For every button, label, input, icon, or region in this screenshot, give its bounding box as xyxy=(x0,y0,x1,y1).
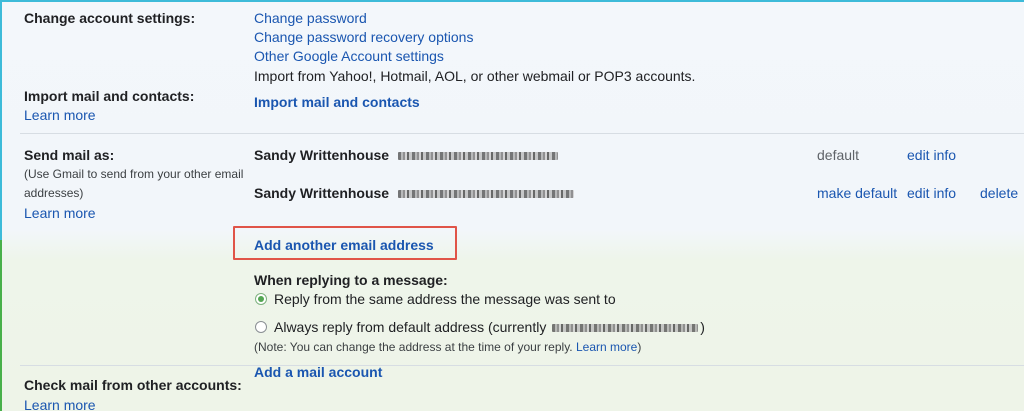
edit-info-link[interactable]: edit info xyxy=(907,185,956,201)
import-mail-button[interactable]: Import mail and contacts xyxy=(254,94,420,110)
redacted-email xyxy=(397,151,558,160)
import-description: Import from Yahoo!, Hotmail, AOL, or oth… xyxy=(254,68,696,84)
edit-info-link[interactable]: edit info xyxy=(907,147,956,163)
add-mail-account-button[interactable]: Add a mail account xyxy=(254,364,382,380)
add-another-email-button[interactable]: Add another email address xyxy=(254,237,434,253)
send-mail-help-line1: (Use Gmail to send from your other email xyxy=(24,167,244,181)
sender-name: Sandy Writtenhouse xyxy=(254,147,390,163)
reply-option-same-address[interactable]: Reply from the same address the message … xyxy=(274,291,616,307)
reply-option-close-paren: ) xyxy=(700,319,705,335)
reply-heading: When replying to a message: xyxy=(254,272,448,288)
redacted-email xyxy=(397,189,574,198)
reply-note-text: (Note: You can change the address at the… xyxy=(254,340,573,354)
reply-option-default-text: Always reply from default address (curre… xyxy=(274,319,547,335)
section-divider xyxy=(20,133,1024,134)
radio-unselected-icon[interactable] xyxy=(255,321,267,333)
radio-selected-icon[interactable] xyxy=(255,293,267,305)
check-mail-learn-more-link[interactable]: Learn more xyxy=(24,397,96,411)
change-recovery-options-link[interactable]: Change password recovery options xyxy=(254,29,473,45)
delete-link[interactable]: delete xyxy=(980,185,1018,201)
reply-option-default-address[interactable]: Always reply from default address (curre… xyxy=(274,319,705,335)
top-border xyxy=(0,0,1024,2)
change-password-link[interactable]: Change password xyxy=(254,10,367,26)
sender-name: Sandy Writtenhouse xyxy=(254,185,390,201)
make-default-link[interactable]: make default xyxy=(817,185,897,201)
change-account-settings-label: Change account settings: xyxy=(24,10,196,26)
default-status: default xyxy=(817,147,860,163)
other-google-account-settings-link[interactable]: Other Google Account settings xyxy=(254,48,444,64)
reply-note-learn-more-link[interactable]: Learn more xyxy=(576,340,637,354)
redacted-email xyxy=(552,324,699,333)
left-edge-green xyxy=(0,240,2,411)
send-as-row: Sandy Writtenhouse xyxy=(254,185,574,203)
reply-note-close-paren: ) xyxy=(637,340,642,354)
send-mail-as-label: Send mail as: xyxy=(24,147,115,163)
section-divider xyxy=(20,365,1024,366)
check-mail-label: Check mail from other accounts: xyxy=(24,377,242,393)
send-as-row: Sandy Writtenhouse xyxy=(254,147,558,165)
reply-note: (Note: You can change the address at the… xyxy=(254,340,641,354)
import-mail-label: Import mail and contacts: xyxy=(24,88,195,104)
left-edge xyxy=(0,0,2,240)
send-mail-learn-more-link[interactable]: Learn more xyxy=(24,205,96,221)
send-mail-help-line2: addresses) xyxy=(24,186,84,200)
import-learn-more-link[interactable]: Learn more xyxy=(24,107,96,123)
